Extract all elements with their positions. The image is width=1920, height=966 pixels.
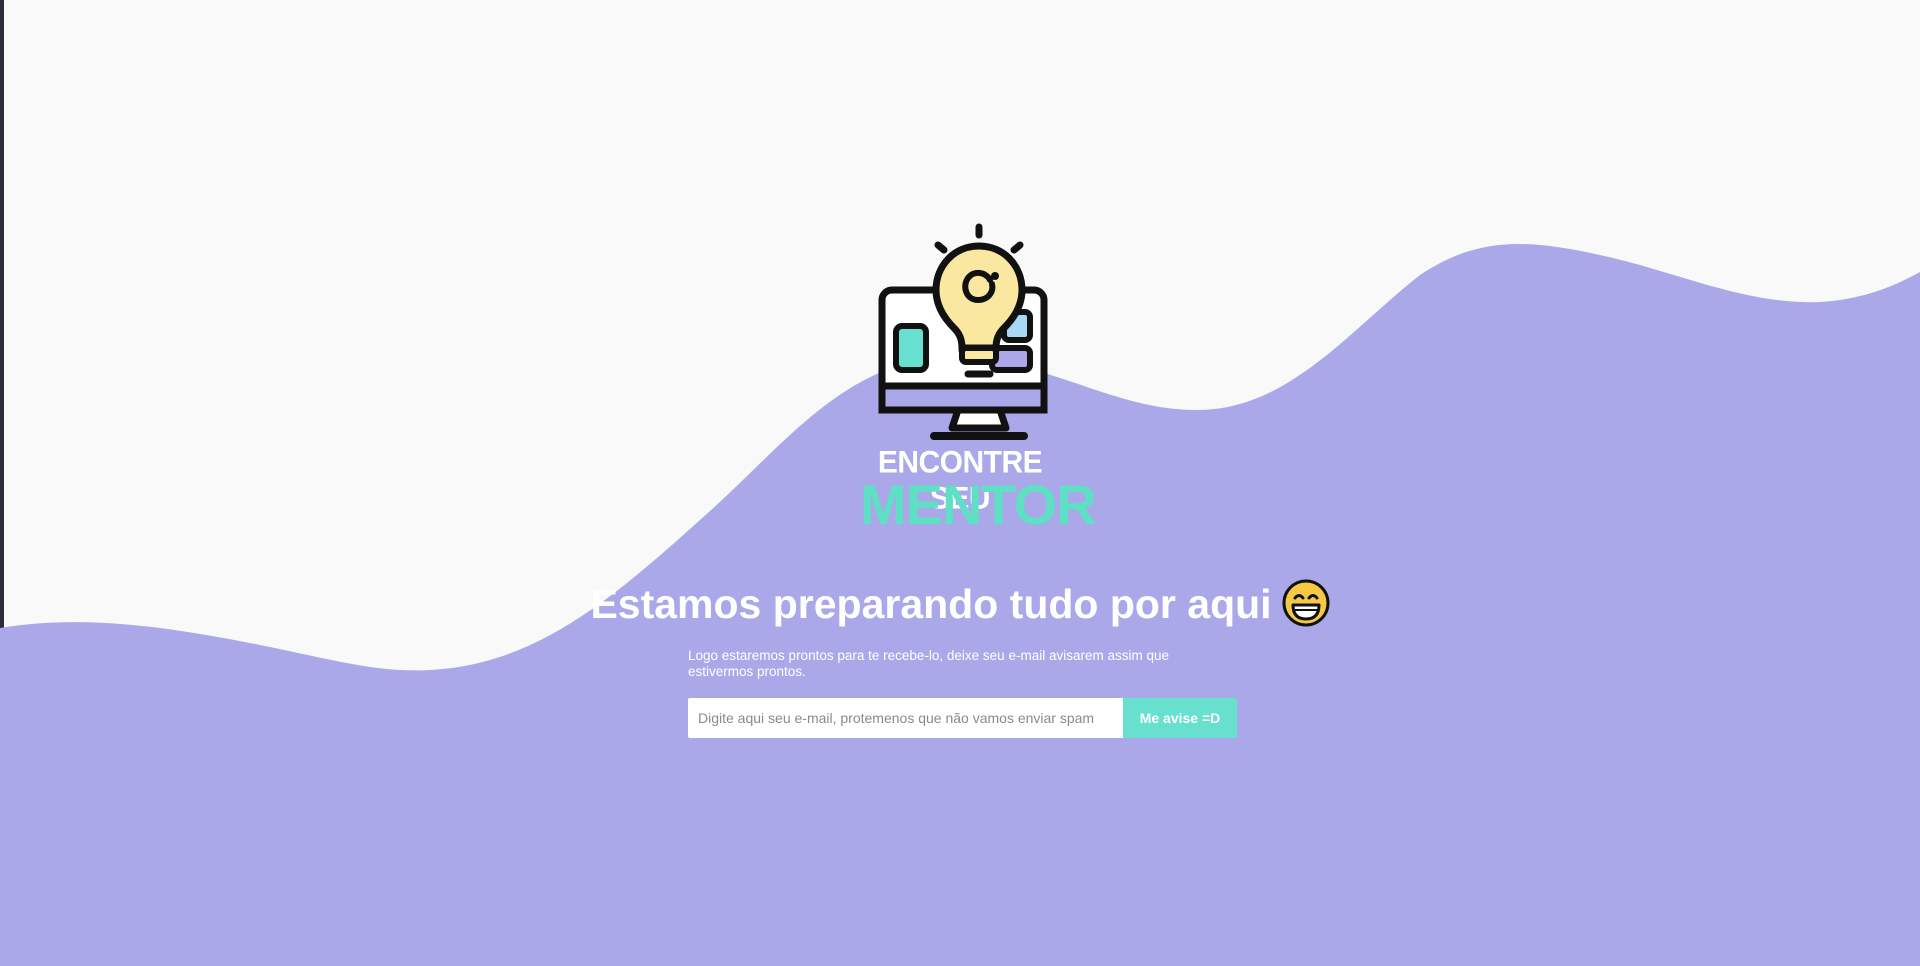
grinning-face-icon — [1282, 579, 1330, 627]
brand-title-line2: MENTOR — [860, 473, 1097, 536]
landing-page: ENCONTRE SEU MENTOR Estamos preparando t… — [0, 0, 1920, 966]
brand-logo: ENCONTRE SEU MENTOR — [860, 222, 1097, 535]
page-headline: Estamos preparando tudo por aqui — [0, 578, 1920, 631]
notify-me-button[interactable]: Me avise =D — [1123, 698, 1237, 738]
monitor-lightbulb-icon — [878, 223, 1048, 440]
headline-text: Estamos preparando tudo por aqui — [590, 581, 1272, 627]
page-subtitle: Logo estaremos prontos para te recebe-lo… — [688, 648, 1169, 679]
email-signup-form: Me avise =D — [688, 698, 1237, 738]
email-input[interactable] — [688, 698, 1123, 738]
